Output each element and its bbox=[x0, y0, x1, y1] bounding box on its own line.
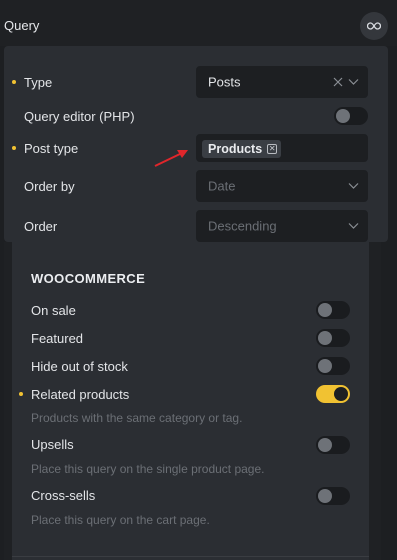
query-editor-toggle[interactable] bbox=[334, 107, 368, 125]
toggle-knob bbox=[334, 387, 348, 401]
toggle-knob bbox=[318, 489, 332, 503]
order-by-placeholder: Date bbox=[208, 178, 236, 194]
toggle-knob bbox=[318, 438, 332, 452]
woocommerce-section-title: WOOCOMMERCE bbox=[31, 271, 146, 286]
order-label: Order bbox=[24, 219, 58, 234]
related-products-hint: Products with the same category or tag. bbox=[31, 411, 243, 425]
toggle-knob bbox=[318, 359, 332, 373]
related-products-toggle[interactable] bbox=[316, 385, 350, 403]
cross-sells-label: Cross-sells bbox=[31, 488, 96, 503]
panel-gutter bbox=[369, 242, 381, 560]
featured-toggle[interactable] bbox=[316, 329, 350, 347]
modified-indicator bbox=[19, 392, 23, 396]
post-type-label: Post type bbox=[24, 141, 79, 156]
toggle-knob bbox=[318, 331, 332, 345]
post-type-tag: Products ✕ bbox=[202, 140, 282, 158]
order-by-select[interactable]: Date bbox=[196, 170, 368, 202]
related-products-label: Related products bbox=[31, 387, 130, 402]
modified-indicator bbox=[12, 146, 16, 150]
panel-title: Query bbox=[4, 18, 40, 33]
cross-sells-hint: Place this query on the cart page. bbox=[31, 513, 210, 527]
upsells-label: Upsells bbox=[31, 437, 74, 452]
hide-out-of-stock-toggle[interactable] bbox=[316, 357, 350, 375]
top-bar: Query bbox=[0, 0, 397, 46]
order-select[interactable]: Descending bbox=[196, 210, 368, 242]
on-sale-label: On sale bbox=[31, 303, 76, 318]
query-editor-label: Query editor (PHP) bbox=[24, 109, 135, 124]
infinity-icon bbox=[367, 22, 381, 30]
type-value: Posts bbox=[208, 74, 241, 90]
on-sale-toggle[interactable] bbox=[316, 301, 350, 319]
chevron-down-icon[interactable] bbox=[348, 223, 359, 230]
divider bbox=[12, 556, 369, 557]
panel-gutter bbox=[4, 242, 12, 560]
chevron-down-icon[interactable] bbox=[348, 183, 359, 190]
close-box-icon[interactable]: ✕ bbox=[267, 144, 278, 154]
order-by-label: Order by bbox=[24, 179, 75, 194]
chevron-down-icon[interactable] bbox=[348, 79, 359, 86]
hide-out-of-stock-label: Hide out of stock bbox=[31, 359, 128, 374]
order-placeholder: Descending bbox=[208, 218, 277, 234]
close-icon[interactable] bbox=[333, 77, 343, 87]
type-label: Type bbox=[24, 75, 53, 90]
featured-label: Featured bbox=[31, 331, 84, 346]
type-select[interactable]: Posts bbox=[196, 66, 368, 98]
query-loop-button[interactable] bbox=[360, 12, 388, 40]
upsells-toggle[interactable] bbox=[316, 436, 350, 454]
tag-label: Products bbox=[208, 142, 263, 156]
post-type-select[interactable]: Products ✕ bbox=[196, 134, 368, 162]
toggle-knob bbox=[318, 303, 332, 317]
modified-indicator bbox=[12, 80, 16, 84]
toggle-knob bbox=[336, 109, 350, 123]
upsells-hint: Place this query on the single product p… bbox=[31, 462, 265, 476]
annotation-arrow-icon bbox=[154, 150, 188, 167]
cross-sells-toggle[interactable] bbox=[316, 487, 350, 505]
